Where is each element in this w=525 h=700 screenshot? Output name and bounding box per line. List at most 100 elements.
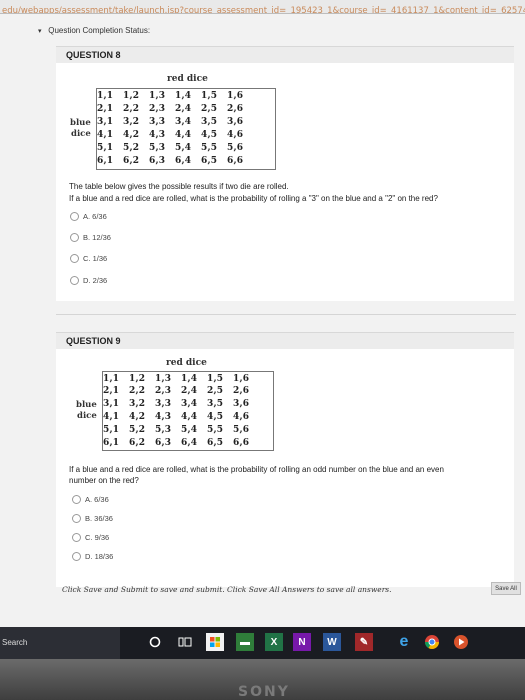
media-icon[interactable] bbox=[452, 633, 470, 651]
dice-row: 3,1 3,2 3,3 3,4 3,5 3,6 bbox=[97, 117, 253, 127]
dice-cell: 4,5 bbox=[207, 412, 224, 422]
dice-cell: 4,6 bbox=[227, 130, 244, 140]
dice-cell: 3,2 bbox=[129, 399, 146, 409]
word-icon[interactable]: W bbox=[323, 633, 341, 651]
excel-icon[interactable]: X bbox=[265, 633, 283, 651]
dice-cell: 2,3 bbox=[149, 104, 166, 114]
dice-row: 1,1 1,2 1,3 1,4 1,5 1,6 bbox=[103, 374, 259, 384]
dice-cell: 2,6 bbox=[227, 104, 244, 114]
dice-cell: 1,2 bbox=[129, 374, 146, 384]
question-completion-status[interactable]: ▾ Question Completion Status: bbox=[38, 26, 150, 35]
dice-cell: 2,1 bbox=[103, 386, 120, 396]
dice-cell: 6,2 bbox=[129, 438, 146, 448]
question-8-intro: The table below gives the possible resul… bbox=[69, 182, 289, 191]
dice-side-label-bottom: dice bbox=[77, 411, 97, 421]
radio-icon[interactable] bbox=[70, 212, 79, 221]
app-icon[interactable]: ✎ bbox=[355, 633, 373, 651]
q9-option-b[interactable]: B. 36/36 bbox=[72, 514, 113, 523]
dice-cell: 5,6 bbox=[227, 143, 244, 153]
dice-cell: 6,3 bbox=[149, 156, 166, 166]
question-divider bbox=[56, 314, 516, 315]
q8-option-b[interactable]: B. 12/36 bbox=[70, 233, 111, 242]
question-8: QUESTION 8 bbox=[56, 46, 514, 301]
store-icon[interactable] bbox=[206, 633, 224, 651]
dice-cell: 4,3 bbox=[149, 130, 166, 140]
radio-icon[interactable] bbox=[72, 533, 81, 542]
dice-row: 6,1 6,2 6,3 6,4 6,5 6,6 bbox=[97, 156, 253, 166]
taskbar-search-box[interactable]: Search bbox=[0, 627, 120, 659]
dice-cell: 4,6 bbox=[233, 412, 250, 422]
edge-icon[interactable]: e bbox=[395, 633, 413, 651]
cortana-icon[interactable] bbox=[146, 633, 164, 651]
dice-row: 1,1 1,2 1,3 1,4 1,5 1,6 bbox=[97, 91, 253, 101]
submit-instructions: Click Save and Submit to save and submit… bbox=[62, 585, 392, 594]
dice-cell: 3,2 bbox=[123, 117, 140, 127]
dice-cell: 1,5 bbox=[207, 374, 224, 384]
q8-option-d[interactable]: D. 2/36 bbox=[70, 276, 107, 285]
question-9-header: QUESTION 9 bbox=[56, 333, 514, 349]
dice-cell: 6,2 bbox=[123, 156, 140, 166]
dice-cell: 1,4 bbox=[181, 374, 198, 384]
dice-cell: 3,4 bbox=[181, 399, 198, 409]
dice-outcome-table: 1,1 1,2 1,3 1,4 1,5 1,6 2,1 2,2 2,3 2,4 2,5 2,6 3,… bbox=[102, 371, 274, 451]
dice-cell: 6,5 bbox=[201, 156, 218, 166]
dice-cell: 5,5 bbox=[207, 425, 224, 435]
dice-cell: 6,1 bbox=[103, 438, 120, 448]
dice-cell: 4,4 bbox=[175, 130, 192, 140]
dice-cell: 5,1 bbox=[97, 143, 114, 153]
browser-url-bar[interactable]: edu/webapps/assessment/take/launch.jsp?c… bbox=[0, 0, 525, 14]
dice-cell: 3,1 bbox=[97, 117, 114, 127]
question-8-header: QUESTION 8 bbox=[56, 47, 514, 63]
q9-option-d[interactable]: D. 18/36 bbox=[72, 552, 113, 561]
dice-cell: 1,4 bbox=[175, 91, 192, 101]
dice-cell: 5,2 bbox=[129, 425, 146, 435]
dice-cell: 6,1 bbox=[97, 156, 114, 166]
dice-cell: 5,1 bbox=[103, 425, 120, 435]
files-icon[interactable]: ▬ bbox=[236, 633, 254, 651]
dice-cell: 5,6 bbox=[233, 425, 250, 435]
dice-cell: 1,5 bbox=[201, 91, 218, 101]
dice-cell: 3,3 bbox=[149, 117, 166, 127]
windows-taskbar: Search ▬ X N W ✎ e bbox=[0, 627, 525, 659]
chrome-icon[interactable] bbox=[423, 633, 441, 651]
dice-table-title: red dice bbox=[167, 74, 208, 84]
radio-icon[interactable] bbox=[72, 495, 81, 504]
radio-icon[interactable] bbox=[70, 276, 79, 285]
task-view-icon[interactable] bbox=[176, 633, 194, 651]
dice-cell: 3,5 bbox=[207, 399, 224, 409]
dice-cell: 2,1 bbox=[97, 104, 114, 114]
question-8-prompt: If a blue and a red dice are rolled, wha… bbox=[69, 194, 438, 203]
onenote-icon[interactable]: N bbox=[293, 633, 311, 651]
dice-cell: 4,1 bbox=[97, 130, 114, 140]
q8-option-c[interactable]: C. 1/36 bbox=[70, 254, 107, 263]
dice-cell: 5,3 bbox=[155, 425, 172, 435]
dice-cell: 4,2 bbox=[123, 130, 140, 140]
dice-cell: 5,4 bbox=[181, 425, 198, 435]
dice-cell: 6,6 bbox=[233, 438, 250, 448]
dice-cell: 6,6 bbox=[227, 156, 244, 166]
monitor-brand-logo: SONY bbox=[238, 684, 290, 700]
dice-cell: 2,2 bbox=[123, 104, 140, 114]
dice-cell: 4,3 bbox=[155, 412, 172, 422]
dice-cell: 1,3 bbox=[155, 374, 172, 384]
dice-cell: 5,5 bbox=[201, 143, 218, 153]
q9-option-a[interactable]: A. 6/36 bbox=[72, 495, 109, 504]
radio-icon[interactable] bbox=[72, 514, 81, 523]
dice-cell: 6,5 bbox=[207, 438, 224, 448]
caret-icon: ▾ bbox=[38, 28, 42, 35]
dice-cell: 5,3 bbox=[149, 143, 166, 153]
save-all-button[interactable]: Save All bbox=[491, 582, 521, 595]
dice-row: 5,1 5,2 5,3 5,4 5,5 5,6 bbox=[103, 425, 259, 435]
radio-icon[interactable] bbox=[70, 233, 79, 242]
dice-cell: 2,4 bbox=[181, 386, 198, 396]
q8-option-a[interactable]: A. 6/36 bbox=[70, 212, 107, 221]
radio-icon[interactable] bbox=[70, 254, 79, 263]
dice-cell: 2,5 bbox=[207, 386, 224, 396]
url-text: edu/webapps/assessment/take/launch.jsp?c… bbox=[2, 6, 525, 14]
dice-cell: 2,3 bbox=[155, 386, 172, 396]
radio-icon[interactable] bbox=[72, 552, 81, 561]
q9-option-c[interactable]: C. 9/36 bbox=[72, 533, 109, 542]
assessment-page: ▾ Question Completion Status: QUESTION 8… bbox=[0, 14, 525, 627]
dice-cell: 2,4 bbox=[175, 104, 192, 114]
dice-side-label-top: blue bbox=[76, 400, 97, 410]
